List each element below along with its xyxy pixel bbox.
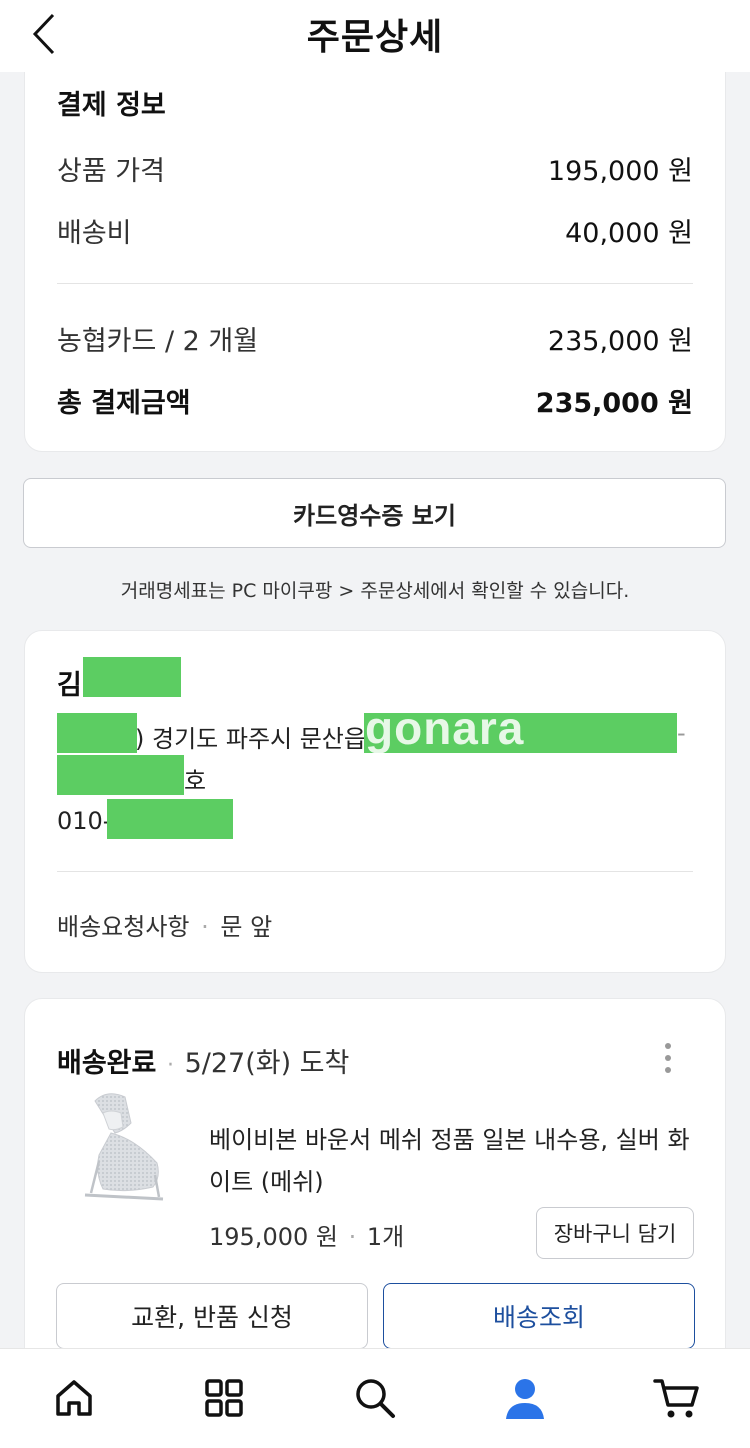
- redacted-phone: [107, 799, 233, 839]
- address-detail-suffix: 호: [184, 767, 207, 795]
- bottom-tab-bar: [0, 1348, 750, 1448]
- card-receipt-button[interactable]: 카드영수증 보기: [23, 478, 726, 548]
- payment-info-card: 결제 정보 상품 가격 195,000 원 배송비 40,000 원 농협카드 …: [24, 52, 726, 452]
- add-to-cart-button[interactable]: 장바구니 담기: [536, 1207, 694, 1259]
- card-payment-row: 농협카드 / 2 개월 235,000 원: [57, 319, 693, 358]
- home-icon[interactable]: [49, 1373, 99, 1423]
- page-title: 주문상세: [306, 17, 444, 58]
- product-price-label: 상품 가격: [57, 156, 165, 187]
- delivery-request-separator: ·: [201, 913, 209, 941]
- total-payment-value: 235,000 원: [535, 388, 693, 419]
- address-dash: -: [677, 719, 686, 747]
- payment-section-title: 결제 정보: [57, 90, 166, 121]
- product-name-line-1: 베이비본 바운서 메쉬 정품 일본 내수용, 실버 화: [209, 1126, 690, 1154]
- price-quantity: 195,000 원 · 1개: [209, 1217, 404, 1252]
- shipping-divider: [57, 871, 693, 872]
- product-quantity: 1개: [366, 1223, 405, 1251]
- delivery-status: 배송완료 · 5/27(화) 도착: [57, 1041, 349, 1080]
- shipping-fee-row: 배송비 40,000 원: [57, 211, 693, 250]
- recipient-name: 김: [57, 670, 82, 701]
- product-price-value: 195,000 원: [547, 156, 693, 187]
- shipping-fee-value: 40,000 원: [565, 218, 693, 249]
- exchange-return-button[interactable]: 교환, 반품 신청: [56, 1283, 368, 1349]
- my-account-icon[interactable]: [500, 1373, 550, 1423]
- delivery-request-value: 문 앞: [220, 913, 273, 941]
- address-line: ) 경기도 파주시 문산읍: [135, 725, 366, 753]
- total-payment-row: 총 결제금액 235,000 원: [57, 381, 693, 420]
- product-name[interactable]: 베이비본 바운서 메쉬 정품 일본 내수용, 실버 화 이트 (메쉬): [209, 1119, 699, 1203]
- delivery-tracking-button[interactable]: 배송조회: [383, 1283, 695, 1349]
- more-options-icon[interactable]: [653, 1039, 683, 1079]
- product-price: 195,000 원: [209, 1223, 338, 1251]
- product-name-line-2: 이트 (메쉬): [209, 1168, 324, 1196]
- top-app-bar: 주문상세: [0, 0, 750, 72]
- redacted-address-detail: [57, 755, 184, 795]
- quantity-separator: ·: [348, 1223, 357, 1251]
- product-price-row: 상품 가격 195,000 원: [57, 149, 693, 188]
- product-thumbnail[interactable]: [65, 1083, 175, 1213]
- delivery-request: 배송요청사항 · 문 앞: [57, 907, 272, 942]
- shipping-address-card: 김 ) 경기도 파주시 문산읍 - 호 010- gonara 배송요청사항 ·…: [24, 630, 726, 973]
- cart-icon[interactable]: [651, 1373, 701, 1423]
- card-payment-label: 농협카드 / 2 개월: [57, 326, 259, 357]
- search-icon[interactable]: [350, 1373, 400, 1423]
- delivery-request-label: 배송요청사항: [57, 913, 190, 941]
- status-separator: ·: [166, 1053, 174, 1078]
- shipping-fee-label: 배송비: [57, 218, 132, 249]
- delivery-status-label: 배송완료: [57, 1048, 157, 1079]
- total-payment-label: 총 결제금액: [57, 388, 191, 419]
- arrival-date: 5/27(화) 도착: [184, 1048, 350, 1079]
- watermark-text: gonara: [365, 702, 525, 754]
- redacted-postcode: [57, 713, 137, 753]
- phone-prefix: 010-: [57, 807, 112, 835]
- invoice-notice: 거래명세표는 PC 마이쿠팡 > 주문상세에서 확인할 수 있습니다.: [120, 580, 630, 602]
- redacted-name: [83, 657, 181, 697]
- card-payment-value: 235,000 원: [547, 326, 693, 357]
- payment-divider: [57, 283, 693, 284]
- category-grid-icon[interactable]: [199, 1373, 249, 1423]
